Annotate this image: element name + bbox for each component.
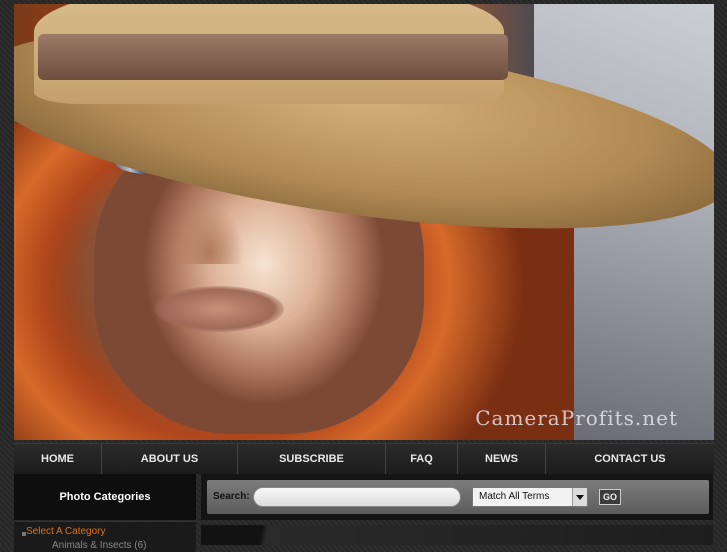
photo-categories-heading: Photo Categories [14,474,196,520]
nav-subscribe[interactable]: SUBSCRIBE [238,444,386,474]
nav-news[interactable]: NEWS [458,444,546,474]
content-header [201,525,713,545]
match-terms-value: Match All Terms [479,491,550,502]
watermark-text: CameraProfits.net [475,406,678,430]
nav-home[interactable]: HOME [14,444,102,474]
hero-nose [174,204,244,264]
nav-contact-us[interactable]: CONTACT US [546,444,714,474]
hero-banner: CameraProfits.net [14,4,714,440]
chevron-down-icon[interactable] [572,488,587,506]
search-label: Search: [213,491,250,502]
select-category-link[interactable]: Select A Category [26,526,106,537]
hero-hat-band [38,34,508,80]
go-button[interactable]: GO [599,489,621,505]
main-nav: HOME ABOUT US SUBSCRIBE FAQ NEWS CONTACT… [14,443,714,474]
search-input[interactable] [253,487,461,507]
nav-faq[interactable]: FAQ [386,444,458,474]
match-terms-select[interactable]: Match All Terms [472,487,588,507]
hero-lips [154,286,284,332]
category-item[interactable]: Animals & Insects (6) [52,540,146,551]
nav-about-us[interactable]: ABOUT US [102,444,238,474]
category-list: Select A Category Animals & Insects (6) [14,521,196,552]
